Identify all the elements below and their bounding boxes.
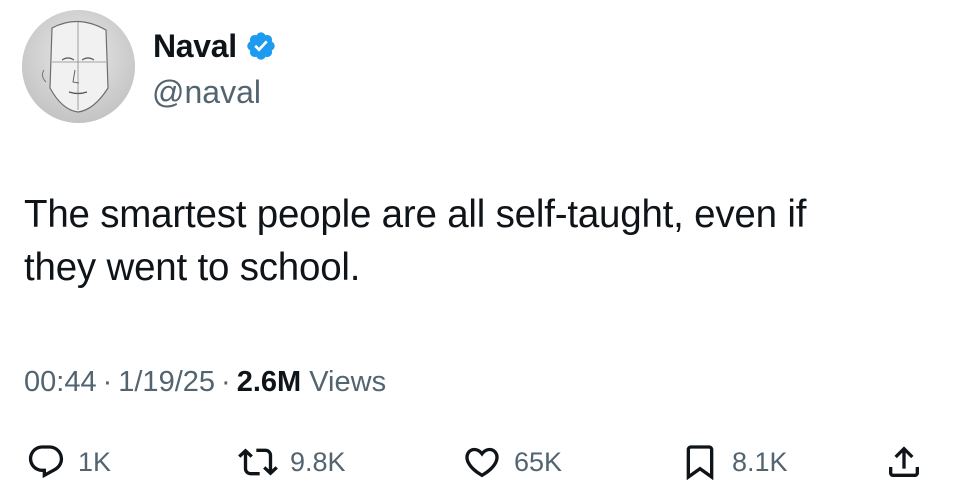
reply-button[interactable]: 1K bbox=[26, 440, 111, 484]
tweet-card: Naval @naval The smartest people are all… bbox=[0, 0, 959, 491]
bookmark-icon bbox=[680, 442, 720, 482]
reply-count: 1K bbox=[78, 446, 112, 477]
share-icon bbox=[884, 442, 924, 482]
author-display-name[interactable]: Naval bbox=[153, 26, 237, 66]
meta-separator: · bbox=[102, 366, 113, 398]
tweet-time[interactable]: 00:44 bbox=[24, 366, 97, 398]
author-name-row: Naval bbox=[153, 26, 277, 66]
like-button[interactable]: 65K bbox=[462, 440, 562, 484]
bookmark-button[interactable]: 8.1K bbox=[680, 440, 788, 484]
meta-separator: · bbox=[221, 366, 231, 398]
retweet-icon bbox=[238, 442, 278, 482]
views-count[interactable]: 2.6M bbox=[237, 366, 301, 398]
author-handle[interactable]: @naval bbox=[152, 72, 261, 112]
verified-badge-icon[interactable] bbox=[245, 30, 277, 62]
avatar[interactable] bbox=[22, 10, 135, 123]
share-button[interactable] bbox=[884, 440, 924, 484]
like-icon bbox=[462, 442, 502, 482]
views-label: Views bbox=[309, 366, 387, 398]
reply-icon bbox=[26, 442, 66, 482]
retweet-count: 9.8K bbox=[290, 446, 346, 477]
tweet-date[interactable]: 1/19/25 bbox=[118, 366, 215, 398]
bookmark-count: 8.1K bbox=[732, 446, 788, 477]
tweet-text: The smartest people are all self-taught,… bbox=[24, 193, 807, 289]
tweet-meta: 00:44 · 1/19/25 · 2.6M Views bbox=[24, 362, 386, 402]
avatar-sketch-icon bbox=[22, 10, 135, 123]
retweet-button[interactable]: 9.8K bbox=[238, 440, 346, 484]
like-count: 65K bbox=[514, 446, 563, 477]
action-bar: 1K 9.8K 65K 8.1K bbox=[0, 440, 959, 484]
